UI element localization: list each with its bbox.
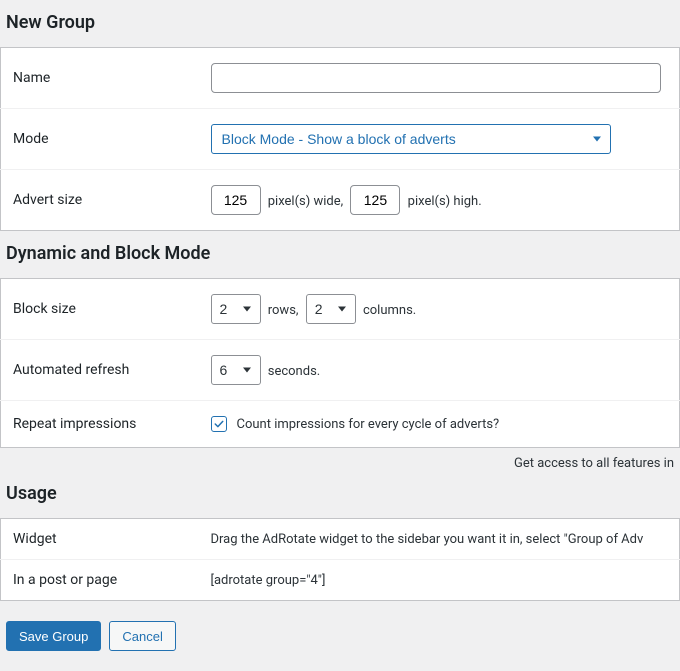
name-input[interactable] <box>211 63 661 93</box>
block-cols-select[interactable]: 2 <box>306 294 356 324</box>
columns-text: columns. <box>363 303 416 318</box>
mode-label: Mode <box>1 109 201 170</box>
repeat-impressions-checkbox[interactable] <box>211 416 227 432</box>
widget-label: Widget <box>1 519 201 560</box>
seconds-text: seconds. <box>268 364 320 379</box>
advert-height-input[interactable] <box>350 185 400 215</box>
usage-table: Widget Drag the AdRotate widget to the s… <box>0 518 680 601</box>
in-post-or-page-label: In a post or page <box>1 560 201 601</box>
shortcode-text: [adrotate group="4"] <box>201 560 680 601</box>
section-dynamic-block-heading: Dynamic and Block Mode <box>0 231 680 278</box>
pixels-wide-text: pixel(s) wide, <box>268 194 343 209</box>
section-usage-heading: Usage <box>0 471 680 518</box>
name-label: Name <box>1 48 201 109</box>
access-note: Get access to all features in <box>0 448 680 471</box>
cancel-button[interactable]: Cancel <box>109 621 175 651</box>
actions-row: Save Group Cancel <box>0 601 680 671</box>
widget-instruction: Drag the AdRotate widget to the sidebar … <box>201 519 680 560</box>
advert-size-label: Advert size <box>1 170 201 231</box>
advert-width-input[interactable] <box>211 185 261 215</box>
section-new-group-heading: New Group <box>0 0 680 47</box>
count-impressions-text: Count impressions for every cycle of adv… <box>237 417 500 432</box>
block-rows-select[interactable]: 2 <box>211 294 261 324</box>
dynamic-block-table: Block size 2 rows, 2 columns. Automated … <box>0 278 680 448</box>
block-size-label: Block size <box>1 279 201 340</box>
repeat-impressions-label: Repeat impressions <box>1 401 201 448</box>
pixels-high-text: pixel(s) high. <box>408 194 482 209</box>
rows-text: rows, <box>268 303 299 318</box>
mode-select[interactable]: Block Mode - Show a block of adverts <box>211 124 611 154</box>
refresh-seconds-select[interactable]: 6 <box>211 355 261 385</box>
new-group-table: Name Mode Block Mode - Show a block of a… <box>0 47 680 231</box>
checkmark-icon <box>213 418 225 430</box>
save-button[interactable]: Save Group <box>6 621 101 651</box>
automated-refresh-label: Automated refresh <box>1 340 201 401</box>
